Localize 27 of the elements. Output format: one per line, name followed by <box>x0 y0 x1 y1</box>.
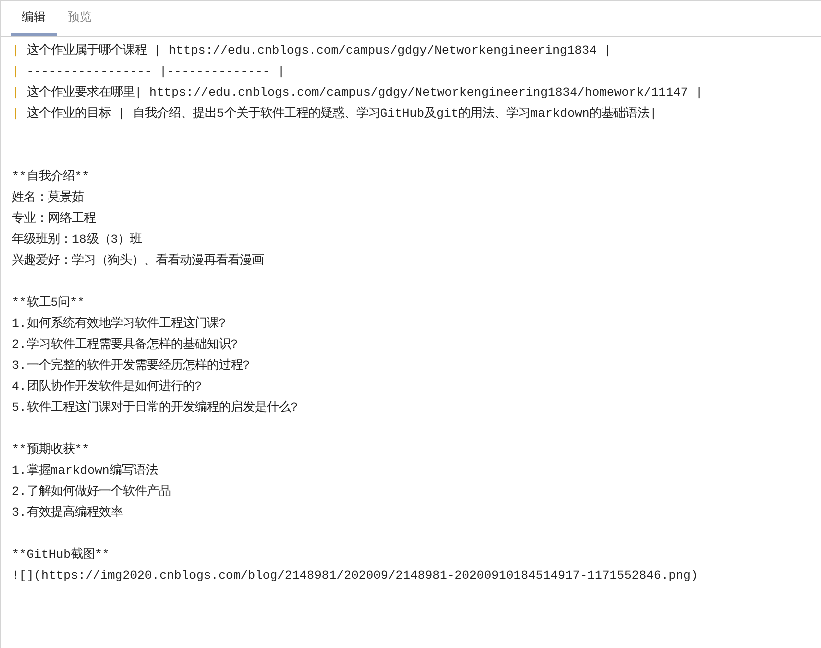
editor-line: 5.软件工程这门课对于日常的开发编程的启发是什么? <box>12 401 298 415</box>
editor-line: 3.一个完整的软件开发需要经历怎样的过程? <box>12 359 250 373</box>
table-pipe-marker: | <box>12 107 20 121</box>
editor-line: 这个作业的目标 | 自我介绍、提出5个关于软件工程的疑惑、学习GitHub及git的用法、学习markdown的基础语法| <box>26 107 658 121</box>
editor-line: 姓名：莫景茹 <box>12 191 84 205</box>
editor-line: 兴趣爱好：学习（狗头）、看看动漫再看看漫画 <box>12 254 264 268</box>
editor-line: **自我介绍** <box>12 170 90 184</box>
editor-tab[interactable]: 编辑 <box>11 1 57 36</box>
editor-tab[interactable]: 预览 <box>57 1 103 36</box>
editor-line: **GitHub截图** <box>12 548 110 562</box>
editor-line: **预期收获** <box>12 443 90 457</box>
editor-line: 1.如何系统有效地学习软件工程这门课? <box>12 317 226 331</box>
editor-line: 这个作业要求在哪里| https://edu.cnblogs.com/campus/gdgy/Networkengineering1834/homework/11147 | <box>26 86 703 100</box>
editor-line: 这个作业属于哪个课程 | https://edu.cnblogs.com/campus/gdgy/Networkengineering1834 | <box>26 44 612 58</box>
table-pipe-marker: | <box>12 65 20 79</box>
editor-line: ----------------- |-------------- | <box>26 65 286 79</box>
editor-line: 年级班别：18级（3）班 <box>12 233 142 247</box>
editor-line: 3.有效提高编程效率 <box>12 506 123 520</box>
table-pipe-marker: | <box>12 44 20 58</box>
editor-line: 1.掌握markdown编写语法 <box>12 464 158 478</box>
editor-line: 专业：网络工程 <box>12 212 96 226</box>
editor-line: **软工5问** <box>12 296 85 310</box>
editor-line: 2.了解如何做好一个软件产品 <box>12 485 171 499</box>
editor-line: 4.团队协作开发软件是如何进行的? <box>12 380 202 394</box>
table-pipe-marker: | <box>12 86 20 100</box>
editor-line: 2.学习软件工程需要具备怎样的基础知识? <box>12 338 238 352</box>
editor-line: ![](https://img2020.cnblogs.com/blog/2148981/202009/2148981-20200910184514917-1171552846.png) <box>12 569 698 583</box>
